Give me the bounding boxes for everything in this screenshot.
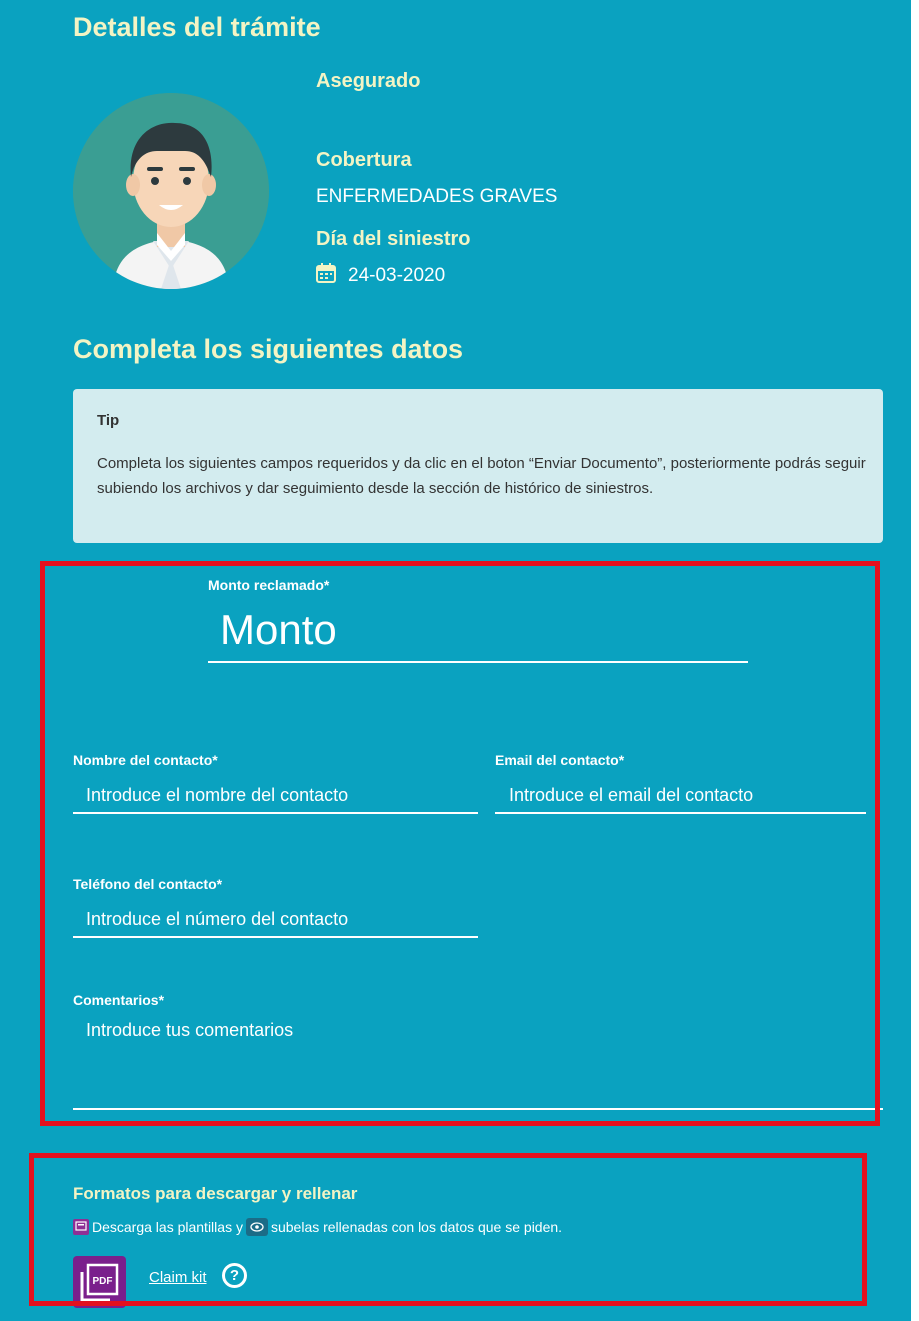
incident-date: 24-03-2020 (348, 265, 446, 286)
section-title-details: Detalles del trámite (73, 12, 321, 42)
highlight-frame-formats (29, 1153, 867, 1306)
highlight-frame-form (40, 561, 880, 1126)
insured-label: Asegurado (316, 70, 421, 92)
coverage-value: ENFERMEDADES GRAVES (316, 186, 558, 207)
tip-text: Completa los siguientes campos requerido… (97, 455, 866, 497)
calendar-icon (315, 262, 337, 289)
insured-avatar (73, 93, 269, 289)
incident-day-label: Día del siniestro (316, 228, 471, 250)
tip-title: Tip (97, 412, 120, 429)
tip-box: Tip Completa los siguientes campos reque… (73, 389, 883, 543)
page-edge (911, 0, 919, 1321)
section-title-form: Completa los siguientes datos (73, 334, 464, 364)
coverage-label: Cobertura (316, 149, 412, 171)
